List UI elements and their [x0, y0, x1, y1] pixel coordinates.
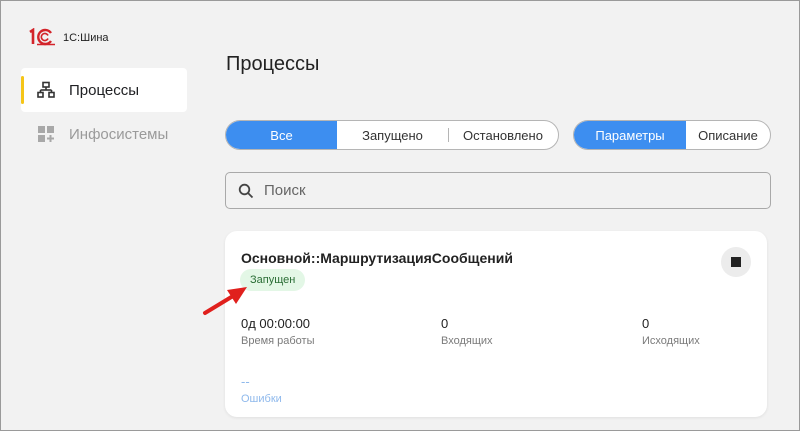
errors-stat: -- Ошибки — [241, 374, 282, 405]
sidebar-item-processes[interactable]: Процессы — [21, 68, 187, 112]
app-logo: 1С:Шина — [27, 28, 109, 46]
incoming-stat: 0 Входящих — [441, 316, 493, 347]
view-mode-tabs: Параметры Описание — [573, 120, 771, 150]
sidebar-item-label: Инфосистемы — [69, 125, 169, 143]
search-icon — [238, 183, 254, 198]
app-name: 1С:Шина — [63, 32, 109, 44]
tab-all[interactable]: Все — [226, 121, 337, 149]
incoming-label: Входящих — [441, 335, 493, 347]
uptime-label: Время работы — [241, 335, 315, 347]
outgoing-label: Исходящих — [642, 335, 700, 347]
hierarchy-icon — [37, 81, 55, 98]
outgoing-value: 0 — [642, 316, 650, 331]
sidebar-item-infosystems[interactable]: Инфосистемы — [21, 112, 187, 156]
outgoing-stat: 0 Исходящих — [642, 316, 700, 347]
1c-logo-icon — [29, 28, 55, 46]
tab-description[interactable]: Описание — [686, 121, 770, 149]
stop-icon — [731, 257, 741, 267]
tab-running[interactable]: Запущено — [337, 121, 448, 149]
annotation-arrow-icon — [203, 287, 247, 315]
sidebar-item-label: Процессы — [69, 81, 140, 99]
uptime-value: 0д 00:00:00 — [241, 316, 311, 331]
errors-label: Ошибки — [241, 393, 282, 405]
apps-add-icon — [38, 126, 54, 142]
incoming-value: 0 — [441, 316, 449, 331]
uptime-stat: 0д 00:00:00 Время работы — [241, 316, 315, 347]
page-title: Процессы — [226, 53, 320, 75]
search-box[interactable] — [225, 172, 771, 209]
process-name: Основной::МаршрутизацияСообщений — [241, 250, 513, 266]
status-filter-tabs: Все Запущено Остановлено — [225, 120, 559, 150]
stop-button[interactable] — [721, 247, 751, 277]
search-input[interactable] — [264, 182, 744, 199]
tab-stopped[interactable]: Остановлено — [448, 121, 558, 149]
errors-value: -- — [241, 374, 250, 389]
tab-parameters[interactable]: Параметры — [574, 121, 686, 149]
process-card[interactable]: Основной::МаршрутизацияСообщений Запущен… — [225, 231, 767, 417]
